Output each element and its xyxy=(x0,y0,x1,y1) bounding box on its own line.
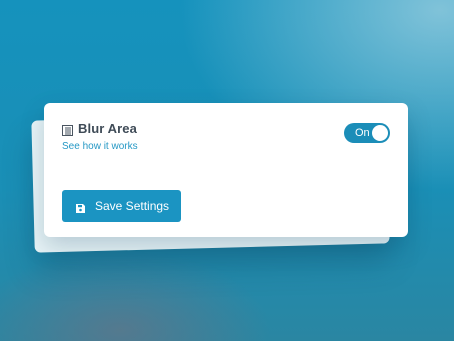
toggle-knob xyxy=(372,125,388,141)
save-settings-label: Save Settings xyxy=(95,199,170,213)
toggle-label: On xyxy=(355,127,370,139)
blur-area-toggle[interactable]: On xyxy=(344,123,390,143)
card-title: Blur Area xyxy=(78,121,137,136)
save-settings-button[interactable]: Save Settings xyxy=(62,190,181,222)
see-how-it-works-link[interactable]: See how it works xyxy=(62,141,138,152)
blur-area-icon xyxy=(62,123,73,136)
title-row: Blur Area xyxy=(62,121,137,136)
settings-card: Blur Area See how it works On Save Setti… xyxy=(44,103,408,237)
save-icon xyxy=(76,202,85,213)
